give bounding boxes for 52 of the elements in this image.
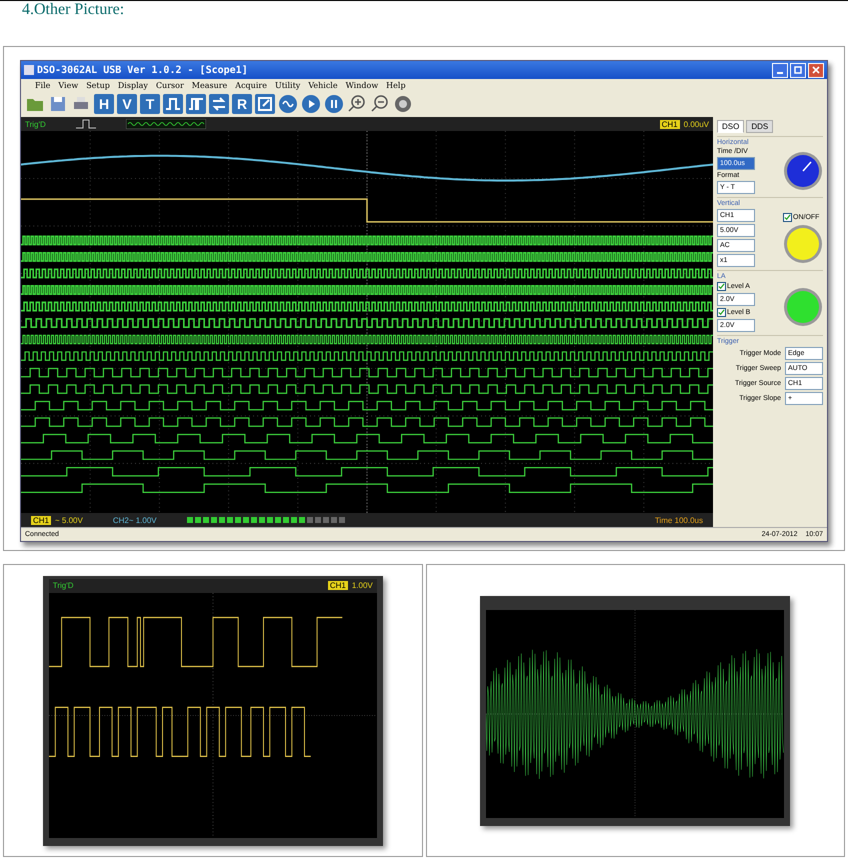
menu-item[interactable]: Help [386,80,406,90]
menu-item[interactable]: Window [346,80,378,90]
toolbar-button[interactable]: H [94,94,114,114]
export-icon[interactable] [255,94,275,114]
trigger-level: 0.00uV [684,120,709,128]
save-icon[interactable] [48,94,68,114]
window-title: DSO-3062AL USB Ver 1.0.2 - [Scope1] [37,64,248,76]
toolbar-button[interactable]: V [117,94,137,114]
close-button[interactable] [808,62,824,78]
wave-circle-icon[interactable] [278,94,298,114]
menu-item[interactable]: Acquire [235,80,267,90]
toolbar-button[interactable]: R [232,94,252,114]
menu-item[interactable]: Setup [86,80,110,90]
app-icon [24,65,34,75]
close-icon [811,65,821,75]
ch1-scale: ~ 5.00V [55,516,83,524]
checkmark-icon [718,309,725,316]
pulse-icon[interactable] [186,94,206,114]
minimize-button[interactable] [772,62,788,78]
play-icon[interactable] [301,94,321,114]
menu-item[interactable]: File [35,80,50,90]
pulse-icon[interactable] [163,94,183,114]
minimize-icon [777,72,783,74]
menu-item[interactable]: View [58,80,78,90]
menu-item[interactable]: Display [118,80,148,90]
pause-icon[interactable] [324,94,344,114]
section-heading: 4.Other Picture: [21,1,126,19]
checkmark-icon [718,283,725,290]
menu-item[interactable]: Cursor [156,80,184,90]
channel-badge: CH1 [660,120,680,128]
trigger-status: Trig'D [25,120,46,128]
menu-item[interactable]: Utility [274,80,300,90]
menu-item[interactable]: Measure [192,80,228,90]
toolbar-button[interactable]: T [140,94,160,114]
panel-tab[interactable]: DSO [717,120,744,133]
channel-badge: CH1 [31,516,52,524]
maximize-button[interactable] [790,62,806,78]
pulse-icon [76,119,96,129]
trigger-level: 1.00V [352,581,373,590]
ch2-scale: CH2~ 1.00V [112,516,157,524]
dial-knob[interactable] [783,151,823,191]
maximize-icon [793,65,803,75]
timebase-label: Time 100.0us [654,516,703,524]
arrows-icon[interactable] [209,94,229,114]
trigger-status: Trig'D [52,581,74,590]
menu-item[interactable]: Vehicle [308,80,338,90]
zoom-out-icon[interactable] [370,94,390,114]
camera-icon[interactable] [393,94,413,114]
channel-badge: CH1 [328,581,348,590]
panel-tab[interactable]: DDS [746,120,774,133]
zoom-in-icon[interactable] [347,94,367,114]
checkmark-icon [784,214,791,220]
